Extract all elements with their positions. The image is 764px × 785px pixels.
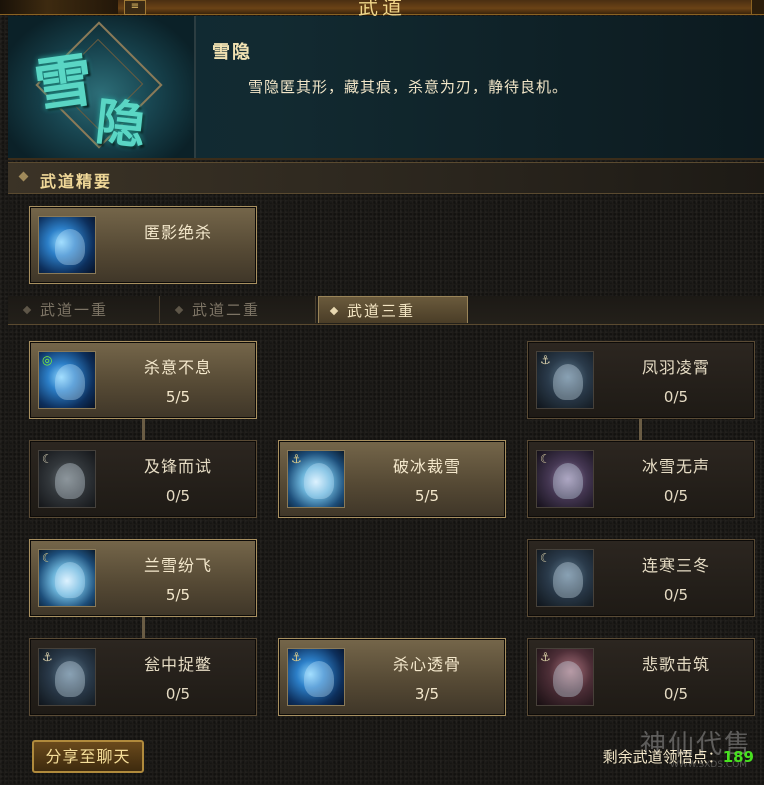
tab-tier-2[interactable]: 武道二重 <box>164 296 316 323</box>
shadow-assassin-icon <box>38 216 96 274</box>
skill-name: 悲歌击筑 <box>641 655 710 674</box>
skill-name: 连寒三冬 <box>641 556 710 575</box>
skill-level: 5/5 <box>414 487 440 505</box>
skill-name: 瓮中捉鳖 <box>143 655 212 674</box>
martial-way-window: ≡ 武道 雪 隐 雪隐 雪隐匿其形，藏其痕，杀意为刃，静待良机。 武道精要 匿影… <box>0 0 764 785</box>
skill-tree-connector <box>142 418 145 440</box>
skill-card[interactable]: ⚓ 破冰裁雪 5/5 <box>278 440 506 518</box>
skill-card[interactable]: ⚓ 瓮中捉鳖 0/5 <box>29 638 257 716</box>
skill-name: 兰雪纷飞 <box>143 556 212 575</box>
killing-intent-icon: ◎ <box>38 351 96 409</box>
style-description: 雪隐匿其形，藏其痕，杀意为刃，静待良机。 <box>248 78 569 96</box>
skill-level: 0/5 <box>663 586 689 604</box>
title-bar-right-decoration <box>751 0 764 14</box>
tab-label: 武道二重 <box>192 301 261 319</box>
diamond-bullet-icon <box>22 305 32 315</box>
skill-level: 5/5 <box>165 388 191 406</box>
diamond-bullet-icon <box>174 305 184 315</box>
skill-name: 凤羽凌霄 <box>641 358 710 377</box>
skill-name: 冰雪无声 <box>641 457 710 476</box>
tab-label: 武道三重 <box>347 302 416 320</box>
skill-level: 0/5 <box>165 685 191 703</box>
skill-name: 破冰裁雪 <box>392 457 461 476</box>
style-name: 雪隐 <box>212 42 252 63</box>
skill-level: 5/5 <box>165 586 191 604</box>
skill-card[interactable]: ☾ 兰雪纷飞 5/5 <box>29 539 257 617</box>
sorrow-song-icon: ⚓ <box>536 648 594 706</box>
diamond-bullet-icon <box>329 306 339 316</box>
skill-card[interactable]: ☾ 冰雪无声 0/5 <box>527 440 755 518</box>
trap-icon: ⚓ <box>38 648 96 706</box>
share-to-chat-button[interactable]: 分享至聊天 <box>32 740 144 773</box>
remaining-points-label: 剩余武道领悟点： <box>602 748 723 766</box>
style-emblem-image: 雪 隐 <box>8 16 196 158</box>
skill-card[interactable]: ⚓ 凤羽凌霄 0/5 <box>527 341 755 419</box>
skill-name: 杀心透骨 <box>392 655 461 674</box>
emblem-glyph: 雪 <box>30 45 98 121</box>
diamond-bullet-icon <box>18 171 29 182</box>
skill-name: 匿影绝杀 <box>143 223 212 242</box>
phoenix-feather-icon: ⚓ <box>536 351 594 409</box>
skill-level: 0/5 <box>663 685 689 703</box>
triple-winter-icon: ☾ <box>536 549 594 607</box>
tab-tier-1[interactable]: 武道一重 <box>12 296 160 323</box>
skill-level: 0/5 <box>663 487 689 505</box>
tab-tier-3[interactable]: 武道三重 <box>318 296 468 323</box>
title-bar: ≡ 武道 <box>0 0 764 19</box>
tier-tabs: 武道一重 武道二重 武道三重 <box>8 296 764 325</box>
skill-card[interactable]: ⚓ 悲歌击筑 0/5 <box>527 638 755 716</box>
tab-label: 武道一重 <box>40 301 109 319</box>
orchid-snow-icon: ☾ <box>38 549 96 607</box>
style-banner: 雪 隐 雪隐 雪隐匿其形，藏其痕，杀意为刃，静待良机。 <box>8 16 764 160</box>
skill-level: 3/5 <box>414 685 440 703</box>
skill-tree-connector <box>639 418 642 440</box>
skill-card[interactable]: ☾ 连寒三冬 0/5 <box>527 539 755 617</box>
blade-trial-icon: ☾ <box>38 450 96 508</box>
skill-name: 及锋而试 <box>143 457 212 476</box>
ice-break-icon: ⚓ <box>287 450 345 508</box>
essentials-heading: 武道精要 <box>40 172 113 191</box>
skill-level: 0/5 <box>663 388 689 406</box>
skill-name: 杀意不息 <box>143 358 212 377</box>
skill-level: 0/5 <box>165 487 191 505</box>
silent-snow-icon: ☾ <box>536 450 594 508</box>
emblem-glyph: 隐 <box>92 91 149 156</box>
essential-skill-card[interactable]: 匿影绝杀 <box>29 206 257 284</box>
piercing-heart-icon: ⚓ <box>287 648 345 706</box>
skill-card[interactable]: ◎ 杀意不息 5/5 <box>29 341 257 419</box>
skill-tree-connector <box>142 616 145 638</box>
skill-card[interactable]: ⚓ 杀心透骨 3/5 <box>278 638 506 716</box>
remaining-points-value: 189 <box>722 748 754 766</box>
skill-card[interactable]: ☾ 及锋而试 0/5 <box>29 440 257 518</box>
remaining-points: 剩余武道领悟点：189 <box>603 746 754 767</box>
essentials-header: 武道精要 <box>8 162 764 194</box>
